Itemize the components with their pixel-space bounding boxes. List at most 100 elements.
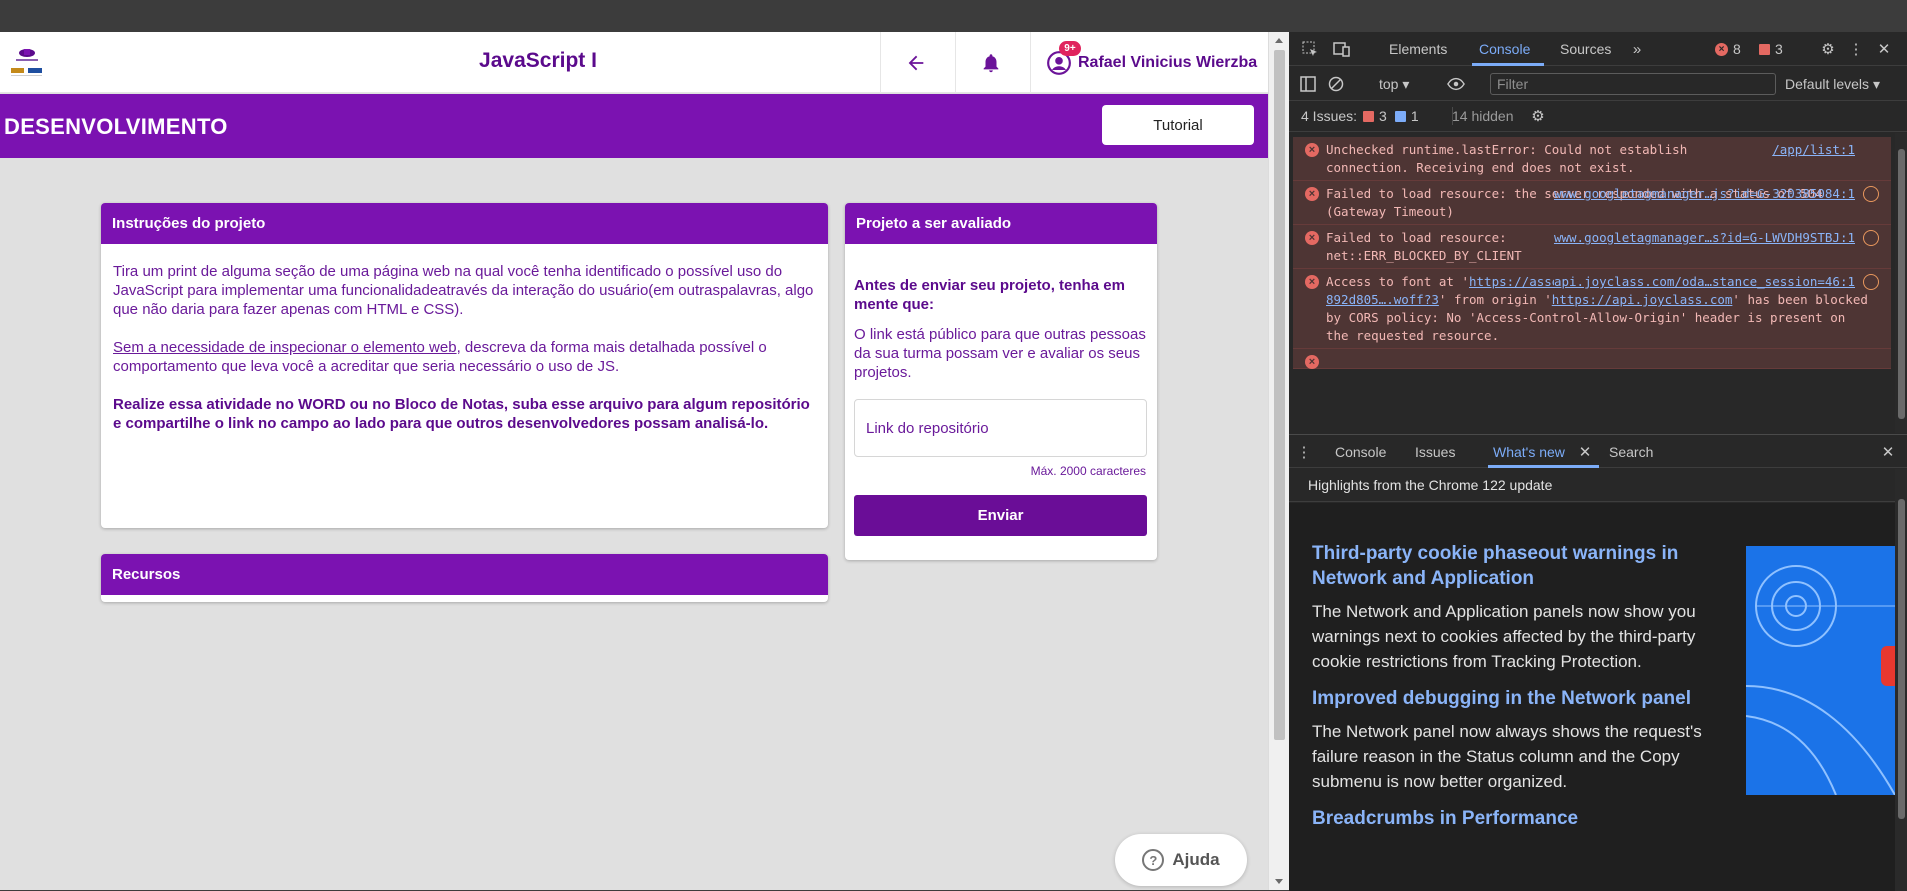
log-levels-dropdown[interactable]: Default levels ▾ xyxy=(1785,76,1880,93)
header-divider xyxy=(880,32,881,93)
scrollbar-thumb[interactable] xyxy=(1274,50,1285,740)
project-card: Projeto a ser avaliado Antes de enviar s… xyxy=(845,203,1157,560)
console-error-message[interactable]: × Unchecked runtime.lastError: Could not… xyxy=(1293,137,1891,181)
kebab-menu-icon[interactable]: ⋮ xyxy=(1847,40,1865,58)
bell-icon xyxy=(983,54,999,73)
issue-flag-icon xyxy=(1759,43,1770,55)
app-header: JavaScript I 9+ Rafael Vinicius Wierzba xyxy=(0,32,1268,93)
help-label: Ajuda xyxy=(1172,850,1220,869)
network-note-icon[interactable] xyxy=(1863,230,1879,246)
console-error-message[interactable]: × Failed to load resource: the server re… xyxy=(1293,181,1891,225)
question-icon: ? xyxy=(1142,849,1165,871)
close-tab-icon[interactable]: ✕ xyxy=(1576,443,1594,461)
issues-summary[interactable]: 4 Issues: 3 1 xyxy=(1301,108,1419,124)
drawer-tab-search[interactable]: Search xyxy=(1609,444,1653,460)
notifications-button[interactable] xyxy=(974,46,1008,80)
message-source-link[interactable]: api.joyclass.com/oda…stance_session=46:1 xyxy=(1553,273,1855,291)
origin-link[interactable]: https://api.joyclass.com xyxy=(1552,292,1733,307)
close-icon[interactable]: ✕ xyxy=(1875,40,1893,58)
eye-icon[interactable] xyxy=(1447,75,1465,93)
scrollbar-thumb[interactable] xyxy=(1898,499,1905,819)
device-toolbar-icon[interactable] xyxy=(1333,40,1351,58)
issue-counter[interactable]: 3 xyxy=(1759,41,1783,57)
feature-title-link[interactable]: Improved debugging in the Network panel xyxy=(1312,686,1712,711)
resources-title[interactable]: Recursos xyxy=(101,554,828,595)
network-note-icon[interactable] xyxy=(1863,274,1879,290)
scroll-up-icon[interactable] xyxy=(1275,38,1283,43)
feature-illustration xyxy=(1746,546,1895,795)
console-toolbar: top ▾ Filter Default levels ▾ xyxy=(1289,67,1907,101)
clear-console-icon[interactable] xyxy=(1327,75,1345,93)
arrow-left-icon xyxy=(908,55,924,71)
banner-title: DESENVOLVIMENTO xyxy=(4,114,228,139)
instructions-highlight: Realize essa atividade no WORD ou no Blo… xyxy=(113,396,810,432)
user-name: Rafael Vinicius Wierzba xyxy=(1078,54,1258,71)
project-warning: Antes de enviar seu projeto, tenha em me… xyxy=(854,277,1125,313)
error-icon: × xyxy=(1305,143,1319,157)
sidebar-toggle-icon[interactable] xyxy=(1299,75,1317,93)
app-logo[interactable] xyxy=(8,44,46,82)
console-scrollbar[interactable] xyxy=(1895,133,1907,433)
account-icon: 9+ xyxy=(1046,41,1081,76)
tab-sources[interactable]: Sources xyxy=(1560,41,1611,57)
issues-info-count: 1 xyxy=(1410,108,1419,124)
console-error-message[interactable]: × xyxy=(1293,349,1891,369)
drawer-scrollbar[interactable] xyxy=(1895,469,1907,891)
feature-title-link[interactable]: Breadcrumbs in Performance xyxy=(1312,806,1712,831)
instructions-emphasis: Sem a necessidade de inspecionar o eleme… xyxy=(113,339,457,356)
message-source-link[interactable]: www.googletagmanager…js?id=G-320385084:1 xyxy=(1554,185,1855,203)
settings-gear-icon[interactable]: ⚙ xyxy=(1819,40,1837,58)
message-source-link[interactable]: www.googletagmanager…s?id=G-LWVDH9STBJ:1 xyxy=(1554,229,1855,247)
dropdown-arrow-icon: ▾ xyxy=(1872,76,1880,92)
console-settings-gear-icon[interactable]: ⚙ xyxy=(1529,107,1547,125)
web-page: JavaScript I 9+ Rafael Vinicius Wierzba … xyxy=(0,32,1268,890)
active-tab-indicator xyxy=(1488,465,1599,468)
whats-new-content: Third-party cookie phaseout warnings in … xyxy=(1289,503,1895,891)
drawer-tab-console[interactable]: Console xyxy=(1335,444,1386,460)
tab-console[interactable]: Console xyxy=(1479,41,1530,57)
context-label: top xyxy=(1379,76,1399,92)
message-fragment: Access to font at ' xyxy=(1326,274,1469,289)
message-source-link[interactable]: /app/list:1 xyxy=(1772,141,1855,159)
issues-bar: 4 Issues: 3 1 14 hidden ⚙ xyxy=(1289,102,1907,132)
scrollbar-thumb[interactable] xyxy=(1898,149,1905,419)
notification-badge: 9+ xyxy=(1059,41,1081,56)
feature-title-link[interactable]: Third-party cookie phaseout warnings in … xyxy=(1312,541,1712,591)
scroll-down-icon[interactable] xyxy=(1275,879,1283,884)
message-text: Unchecked runtime.lastError: Could not e… xyxy=(1326,142,1688,175)
resources-card: Recursos xyxy=(101,554,828,602)
drawer-menu-icon[interactable]: ⋮ xyxy=(1295,443,1313,461)
context-selector[interactable]: top ▾ xyxy=(1379,76,1409,93)
drawer-tab-issues[interactable]: Issues xyxy=(1415,444,1455,460)
project-title: Projeto a ser avaliado xyxy=(845,203,1157,244)
page-scrollbar[interactable] xyxy=(1268,32,1289,890)
back-button[interactable] xyxy=(899,46,933,80)
issue-info-icon xyxy=(1394,110,1406,122)
instructions-title: Instruções do projeto xyxy=(101,203,828,244)
error-counter[interactable]: × 8 xyxy=(1715,41,1741,57)
message-fragment: ' from origin ' xyxy=(1438,292,1552,307)
filter-input[interactable]: Filter xyxy=(1490,73,1776,95)
user-menu[interactable]: 9+ Rafael Vinicius Wierzba xyxy=(1046,41,1258,80)
tutorial-button[interactable]: Tutorial xyxy=(1102,105,1254,145)
help-button[interactable]: ? Ajuda xyxy=(1115,834,1247,886)
issue-count: 3 xyxy=(1775,41,1783,57)
more-tabs-icon[interactable]: » xyxy=(1628,40,1646,58)
console-error-message[interactable]: × Access to font at 'https://assets-v2.s… xyxy=(1293,269,1891,349)
network-note-icon[interactable] xyxy=(1863,186,1879,202)
console-output: × Unchecked runtime.lastError: Could not… xyxy=(1289,133,1895,433)
feature-description: The Network and Application panels now s… xyxy=(1312,602,1696,671)
send-button[interactable]: Enviar xyxy=(854,495,1147,536)
error-icon: × xyxy=(1305,275,1319,289)
inspect-element-icon[interactable] xyxy=(1301,40,1319,58)
repository-link-input[interactable]: Link do repositório xyxy=(854,399,1147,457)
tab-elements[interactable]: Elements xyxy=(1389,41,1447,57)
instructions-paragraph: Tira um print de alguma seção de uma pág… xyxy=(113,263,814,318)
close-drawer-icon[interactable]: ✕ xyxy=(1879,443,1897,461)
error-icon: × xyxy=(1305,231,1319,245)
drawer-tab-whats-new[interactable]: What's new xyxy=(1493,444,1565,460)
header-divider xyxy=(955,32,956,93)
whats-new-subtitle: Highlights from the Chrome 122 update xyxy=(1289,469,1895,502)
console-error-message[interactable]: × Failed to load resource: net::ERR_BLOC… xyxy=(1293,225,1891,269)
header-divider xyxy=(1030,32,1031,93)
